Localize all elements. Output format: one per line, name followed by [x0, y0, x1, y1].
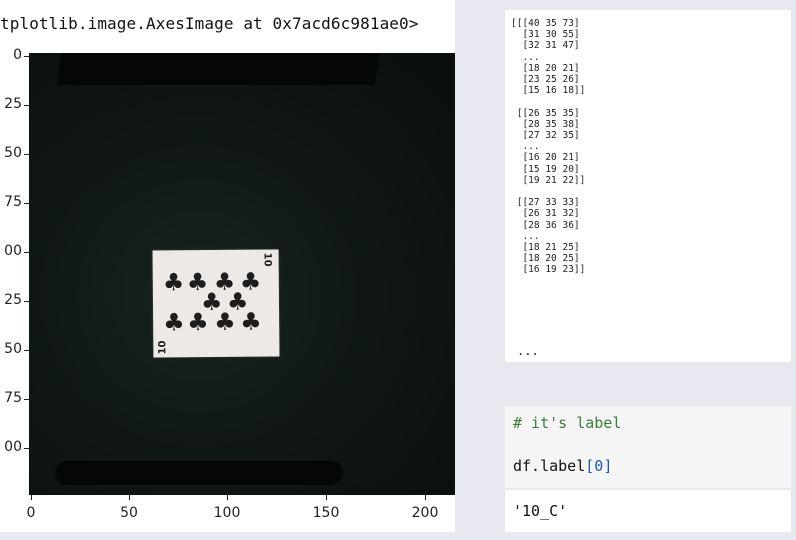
y-tick-mark: [24, 399, 29, 400]
y-tick-label: 00: [4, 439, 22, 455]
y-tick-mark: [24, 154, 29, 155]
club-pip: ♣: [163, 308, 185, 337]
code-expression: df.label[0]: [513, 457, 612, 475]
array-output-cell: [[[40 35 73] [31 30 55] [32 31 47] ... […: [505, 10, 791, 362]
top-dark-object: [56, 53, 380, 85]
card-rank-top: 10: [261, 252, 273, 267]
x-tick-label: 150: [312, 505, 340, 521]
y-tick-mark: [24, 350, 29, 351]
y-tick-label: 50: [4, 145, 22, 161]
x-tick-mark: [326, 495, 327, 500]
x-tick-mark: [129, 495, 130, 500]
y-tick-mark: [24, 252, 29, 253]
x-tick-mark: [31, 495, 32, 500]
y-tick-label: 25: [4, 292, 22, 308]
y-tick-mark: [24, 301, 29, 302]
y-tick-label: 00: [4, 243, 22, 259]
code-bracket-open: [: [585, 457, 595, 475]
label-output-value: '10_C': [513, 502, 568, 520]
code-cell-input[interactable]: # it's label df.label[0]: [505, 406, 791, 488]
y-tick-label: 50: [4, 341, 22, 357]
playing-card: 10 10 ♣ ♣ ♣ ♣ ♣ ♣ ♣ ♣ ♣ ♣: [152, 249, 280, 358]
card-rank-bottom: 10: [157, 340, 169, 355]
code-comment: # it's label: [513, 414, 622, 432]
y-tick-label: 25: [4, 96, 22, 112]
club-pip: ♣: [200, 287, 223, 317]
club-pip: ♣: [162, 268, 185, 297]
image-plot: 10 10 ♣ ♣ ♣ ♣ ♣ ♣ ♣ ♣ ♣ ♣: [29, 53, 455, 495]
code-cell-output: '10_C': [505, 490, 791, 532]
code-prefix: df.label: [513, 457, 586, 475]
image-output-cell: tplotlib.image.AxesImage at 0x7acd6c981a…: [0, 0, 455, 532]
y-tick-label: 75: [4, 390, 22, 406]
array-ellipsis: ...: [517, 344, 539, 358]
y-tick-label: 0: [13, 47, 22, 63]
x-tick-label: 100: [213, 505, 241, 521]
y-tick-mark: [24, 448, 29, 449]
bottom-dark-object: [55, 461, 343, 485]
pixel-array-text: [[[40 35 73] [31 30 55] [32 31 47] ... […: [511, 18, 586, 276]
x-tick-label: 200: [411, 505, 439, 521]
y-tick-mark: [24, 56, 29, 57]
x-tick-mark: [227, 495, 228, 500]
x-tick-label: 50: [120, 505, 138, 521]
y-tick-mark: [24, 203, 29, 204]
code-index: 0: [594, 457, 604, 475]
y-tick-mark: [24, 105, 29, 106]
x-tick-label: 0: [26, 505, 36, 521]
y-tick-label: 75: [4, 194, 22, 210]
club-pip: ♣: [240, 307, 262, 336]
code-bracket-close: ]: [603, 457, 613, 475]
axes-image-repr: tplotlib.image.AxesImage at 0x7acd6c981a…: [0, 14, 419, 33]
x-tick-mark: [425, 495, 426, 500]
